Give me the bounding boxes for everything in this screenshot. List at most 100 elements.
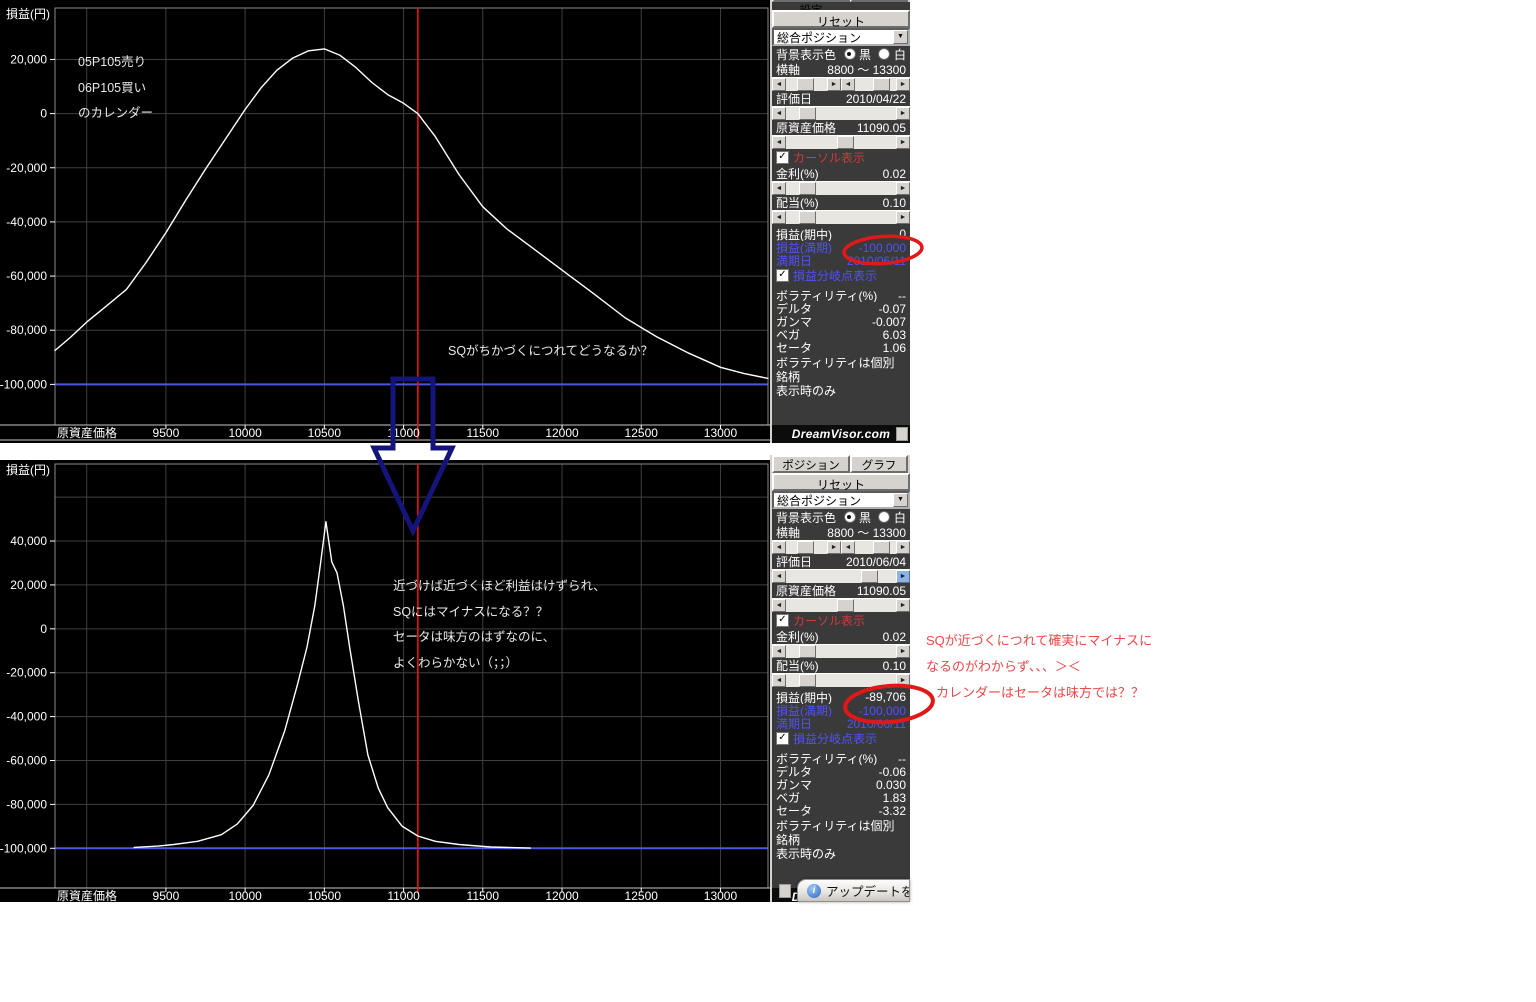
underlying-row: 原資産価格 11090.05 (772, 120, 910, 135)
theta-row-value: -3.32 (878, 803, 906, 818)
scroll-left-icon[interactable]: ◄ (841, 78, 855, 91)
scroll-right-icon[interactable]: ► (827, 78, 841, 91)
handwritten-note-2: なるのがわからず、、、＞＜ (926, 659, 1081, 674)
x-tick-label: 12500 (625, 426, 659, 440)
cursor-checkbox[interactable]: ✓ (776, 614, 789, 627)
payoff-chart-bottom[interactable]: 40,000 20,000 0 -20,000 -40,000 -60,000 -80,00… (0, 460, 770, 905)
tab-position-settings[interactable]: ポジション設定 (772, 455, 850, 488)
chevron-down-icon[interactable]: ▼ (893, 30, 908, 44)
scroll-right-icon[interactable]: ► (896, 211, 910, 224)
x-axis-title: 原資産価格 (57, 425, 117, 440)
eval-date-scrollbar[interactable]: ◄ ► (772, 106, 910, 120)
chevron-down-icon[interactable]: ▼ (893, 493, 908, 507)
cursor-row: ✓ カーソル表示 (772, 612, 910, 629)
scroll-right-icon[interactable]: ► (896, 570, 910, 583)
option-settings-panel-bottom: ポジション設定グラフリセット総合ポジション ▼ 背景表示色 黒 白横軸 8800 ～ 13… (770, 455, 910, 902)
expiry-row-value: 2010/06/11 (846, 253, 906, 268)
dividend-scrollbar[interactable]: ◄ ► (772, 210, 910, 224)
tab-graph[interactable]: グラフ (850, 0, 908, 2)
underlying-scrollbar-track[interactable] (786, 599, 896, 612)
position-note: 05P105売り 06P105買い のカレンダー (78, 55, 154, 120)
expiry-row: 満期日 2010/06/11 (772, 253, 910, 268)
underlying-scrollbar-thumb[interactable] (836, 599, 854, 612)
gamma-row-value: -0.007 (871, 314, 906, 329)
haxis-scrollbars[interactable]: ◄ ► ◄ ► (772, 540, 910, 554)
haxis-row-value: 8800 ～ 13300 (827, 526, 906, 540)
dividend-scrollbar-thumb[interactable] (799, 211, 817, 224)
scroll-right-icon[interactable]: ► (896, 78, 910, 91)
tab-position-settings[interactable]: ポジション設定 (772, 0, 850, 17)
scroll-right-icon[interactable]: ► (896, 674, 910, 687)
breakeven-label: 損益分岐点表示 (793, 731, 878, 746)
underlying-row-value: 11090.05 (856, 120, 906, 135)
eval-date-scrollbar[interactable]: ◄ ► (772, 569, 910, 583)
theta-row-value: 1.06 (882, 340, 906, 355)
dividend-scrollbar-track[interactable] (786, 674, 896, 687)
cursor-checkbox[interactable]: ✓ (776, 151, 789, 164)
scroll-left-icon[interactable]: ◄ (772, 211, 786, 224)
dividend-scrollbar-track[interactable] (786, 211, 896, 224)
breakeven-checkbox[interactable]: ✓ (776, 731, 789, 745)
haxis-row-value: 8800 ～ 13300 (827, 63, 906, 77)
scroll-left-icon[interactable]: ◄ (841, 541, 855, 554)
x-tick-label: 10000 (228, 426, 262, 440)
underlying-scrollbar-thumb[interactable] (836, 136, 854, 149)
scroll-right-icon[interactable]: ► (896, 107, 910, 120)
dividend-row-value: 0.10 (882, 658, 906, 673)
underlying-scrollbar[interactable]: ◄ ► (772, 135, 910, 149)
rate-scrollbar[interactable]: ◄ ► (772, 644, 910, 658)
popup-text: アップデートを (826, 885, 910, 899)
eval-date-scrollbar-thumb[interactable] (860, 570, 878, 583)
scroll-left-icon[interactable]: ◄ (772, 599, 786, 612)
underlying-scrollbar[interactable]: ◄ ► (772, 598, 910, 612)
scroll-left-icon[interactable]: ◄ (772, 674, 786, 687)
underlying-scrollbar-track[interactable] (786, 136, 896, 149)
rate-row-value: 0.02 (882, 166, 906, 181)
pl-exp-row-value: -100,000 (858, 703, 906, 718)
reset-button[interactable]: リセット (772, 10, 910, 29)
scroll-right-icon[interactable]: ► (896, 645, 910, 658)
radio-black-label: 黒 (858, 510, 871, 525)
scroll-right-icon[interactable]: ► (896, 599, 910, 612)
y-tick-label: -60,000 (6, 269, 47, 283)
reset-button[interactable]: リセット (772, 473, 910, 492)
theta-row-label: セータ (776, 804, 813, 818)
x-tick-label: 13000 (704, 426, 738, 440)
update-notification[interactable]: i アップデートを (797, 879, 910, 902)
gamma-row-value: 0.030 (875, 777, 906, 792)
radio-white[interactable] (878, 48, 891, 60)
scroll-left-icon[interactable]: ◄ (772, 136, 786, 149)
brand-logo: DreamVisor.com (791, 427, 891, 441)
position-select[interactable]: 総合ポジション ▼ (772, 491, 910, 509)
position-select[interactable]: 総合ポジション ▼ (772, 28, 910, 46)
haxis-scrollbars[interactable]: ◄ ► ◄ ► (772, 77, 910, 91)
radio-black[interactable] (843, 511, 856, 523)
cursor-label: カーソル表示 (793, 614, 866, 628)
radio-white[interactable] (878, 511, 891, 523)
scrollbar-fragment[interactable] (779, 884, 791, 898)
dividend-scrollbar[interactable]: ◄ ► (772, 673, 910, 687)
x-tick-label: 11000 (387, 889, 420, 902)
y-tick-label: 20,000 (10, 52, 47, 66)
theta-row: セータ -3.32 (772, 803, 910, 818)
scroll-right-icon[interactable]: ► (827, 541, 841, 554)
dividend-scrollbar-thumb[interactable] (799, 674, 817, 687)
scroll-right-icon[interactable]: ► (896, 541, 910, 554)
bg-color-row: 背景表示色 黒 白 (772, 46, 910, 62)
rate-scrollbar[interactable]: ◄ ► (772, 181, 910, 195)
tab-graph[interactable]: グラフ (850, 455, 908, 473)
y-axis-title: 損益(円) (6, 6, 50, 21)
delta-row-value: -0.07 (878, 301, 906, 316)
radio-black[interactable] (843, 48, 856, 60)
underlying-row: 原資産価格 11090.05 (772, 583, 910, 598)
scrollbar-fragment[interactable] (896, 427, 908, 441)
scroll-right-icon[interactable]: ► (896, 136, 910, 149)
handwritten-note-1: SQが近づくにつれて確実にマイナスに (926, 633, 1153, 648)
breakeven-label: 損益分岐点表示 (793, 268, 878, 283)
rate-row: 金利(%) 0.02 (772, 629, 910, 644)
delta-row-value: -0.06 (878, 764, 906, 779)
eval-date-row-label: 評価日 (776, 555, 813, 569)
vol-row-value: -- (898, 751, 906, 766)
scroll-right-icon[interactable]: ► (896, 182, 910, 195)
breakeven-checkbox[interactable]: ✓ (776, 268, 789, 282)
